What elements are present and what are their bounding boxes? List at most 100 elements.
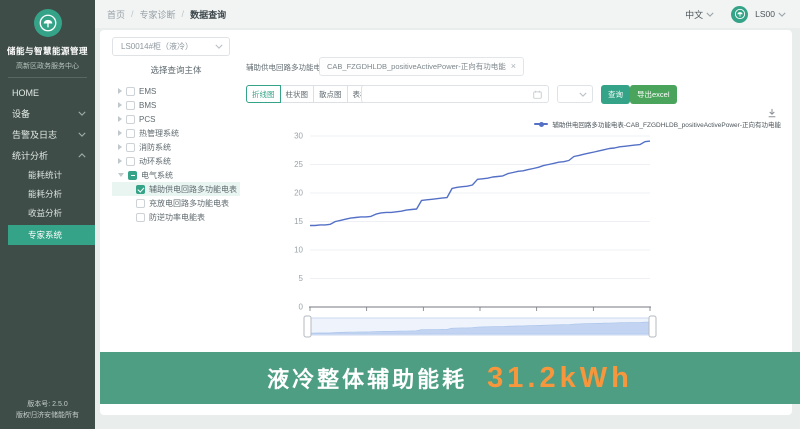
tree-item-label: 消防系统 — [139, 142, 171, 152]
tree-item-label: 动环系统 — [139, 156, 171, 166]
chevron-down-icon — [78, 132, 86, 137]
sidebar-item-device[interactable]: 设备 — [0, 103, 95, 124]
sidebar-item-label: 设备 — [12, 109, 31, 119]
tree-item-pcs[interactable]: PCS — [112, 112, 240, 126]
tree-item-label: 电气系统 — [141, 170, 173, 180]
username-label: LS00 — [755, 9, 775, 19]
breadcrumb-data-query: 数据查询 — [190, 9, 227, 20]
tree-child-anti-reverse-meter[interactable]: 防逆功率电能表 — [112, 210, 240, 224]
checkbox-unchecked[interactable] — [126, 114, 135, 124]
svg-text:15: 15 — [294, 217, 303, 226]
sidebar-subitem-energy-analysis[interactable]: 能耗分析 — [0, 185, 95, 204]
device-select[interactable]: LS0014#柜（液冷） — [112, 37, 230, 56]
tree-title: 选择查询主体 — [150, 65, 202, 75]
sidebar-subitem-energy-stats[interactable]: 能耗统计 — [0, 166, 95, 185]
tree-item-label: PCS — [139, 114, 156, 124]
selected-point-tag[interactable]: CAB_FZGDHLDB_positiveActivePower-正向有功电能 … — [319, 57, 525, 76]
breadcrumb-separator: / — [131, 9, 134, 19]
svg-text:5: 5 — [299, 274, 304, 283]
copyright-text: 版权归济安储能所有 — [16, 412, 79, 419]
tree-item-label: BMS — [139, 100, 157, 110]
svg-text:25: 25 — [294, 160, 303, 169]
sidebar-item-label: 统计分析 — [12, 151, 49, 161]
tree-item-thermal-system[interactable]: 热管理系统 — [112, 126, 240, 140]
language-selector[interactable]: 中文 — [685, 8, 714, 21]
sidebar-item-statistics[interactable]: 统计分析 — [0, 145, 95, 166]
checkbox-indeterminate[interactable] — [128, 170, 137, 180]
caret-right-icon — [118, 144, 122, 150]
caret-right-icon — [118, 130, 122, 136]
app-logo-icon — [33, 9, 62, 37]
umbrella-logo-icon — [734, 8, 745, 20]
caret-down-icon — [118, 173, 124, 177]
banner-label: 液冷整体辅助能耗 — [267, 367, 468, 392]
tree-item-label: EMS — [139, 86, 157, 96]
sidebar-subitem-expert-system[interactable]: 专家系统 — [8, 225, 95, 245]
breadcrumb-expert-diagnosis[interactable]: 专家诊断 — [140, 8, 176, 21]
date-range-input[interactable] — [361, 85, 549, 103]
umbrella-logo-icon — [39, 14, 56, 32]
version-text: 版本号: 2.5.0 — [27, 401, 68, 408]
sidebar-submenu: 能耗统计 能耗分析 收益分析 专家系统 — [0, 166, 95, 245]
language-label: 中文 — [685, 9, 704, 20]
tree-item-bms[interactable]: BMS — [112, 98, 240, 112]
tree-item-label: 防逆功率电能表 — [149, 212, 205, 222]
breadcrumb-separator: / — [181, 9, 185, 19]
selected-meter-label: 辅助供电回路多功能电表 — [246, 63, 329, 72]
export-excel-button[interactable]: 导出excel — [630, 85, 677, 104]
checkbox-unchecked[interactable] — [126, 156, 135, 166]
tab-scatter-chart[interactable]: 散点图 — [313, 85, 348, 103]
topbar: 首页 / 专家诊断 / 数据查询 中文 LS00 — [95, 0, 800, 28]
chevron-down-icon — [706, 12, 714, 17]
tree-child-aux-power-meter[interactable]: 辅助供电回路多功能电表 — [112, 182, 240, 196]
breadcrumb-home[interactable]: 首页 — [107, 8, 125, 21]
checkbox-unchecked[interactable] — [136, 212, 145, 222]
interval-select[interactable] — [557, 85, 593, 103]
banner-value: 31.2kWh — [487, 361, 633, 394]
breadcrumb: 首页 / 专家诊断 / 数据查询 — [107, 8, 226, 21]
caret-right-icon — [118, 158, 122, 164]
tree-item-ems[interactable]: EMS — [112, 84, 240, 98]
tree-item-electrical-system[interactable]: 电气系统 — [112, 168, 240, 182]
chart-canvas[interactable]: 0 5 10 15 20 25 30 — [240, 106, 785, 346]
tree-item-fire-system[interactable]: 消防系统 — [112, 140, 240, 154]
chart-type-tabs: 折线图 柱状图 散点图 表格 — [246, 85, 374, 103]
tab-line-chart[interactable]: 折线图 — [246, 85, 281, 103]
svg-text:20: 20 — [294, 189, 303, 198]
sidebar-item-label: HOME — [12, 87, 39, 98]
svg-text:30: 30 — [294, 132, 303, 141]
tab-bar-chart[interactable]: 柱状图 — [279, 85, 314, 103]
caret-right-icon — [118, 116, 122, 122]
sidebar-item-alarms-logs[interactable]: 告警及日志 — [0, 124, 95, 145]
checkbox-unchecked[interactable] — [126, 86, 135, 96]
sidebar-subitem-revenue-analysis[interactable]: 收益分析 — [0, 204, 95, 223]
chevron-up-icon — [78, 153, 86, 158]
chevron-down-icon — [778, 12, 786, 17]
device-select-value: LS0014#柜（液冷） — [121, 42, 194, 51]
checkbox-unchecked[interactable] — [126, 128, 135, 138]
checkbox-checked[interactable] — [136, 184, 145, 194]
tree-item-label: 热管理系统 — [139, 128, 179, 138]
tree-item-env-system[interactable]: 动环系统 — [112, 154, 240, 168]
chevron-down-icon — [215, 44, 223, 49]
caret-right-icon — [118, 102, 122, 108]
checkbox-unchecked[interactable] — [126, 100, 135, 110]
sidebar-divider — [8, 77, 87, 78]
tree-child-charge-discharge-meter[interactable]: 充放电回路多功能电表 — [112, 196, 240, 210]
app-subtitle: 高新区政务服务中心 — [16, 63, 79, 70]
chevron-down-icon — [579, 92, 587, 97]
tag-label: CAB_FZGDHLDB_positiveActivePower-正向有功电能 — [327, 62, 506, 71]
sidebar: 储能与智慧能源管理 高新区政务服务中心 HOME 设备 告警及日志 统计分析 能… — [0, 0, 95, 429]
energy-summary-banner: 液冷整体辅助能耗 31.2kWh — [100, 352, 800, 404]
sidebar-item-home[interactable]: HOME — [0, 82, 95, 103]
query-button[interactable]: 查询 — [601, 85, 630, 104]
user-menu[interactable]: LS00 — [755, 9, 786, 19]
tree-item-label: 辅助供电回路多功能电表 — [149, 184, 237, 194]
app-title: 储能与智慧能源管理 — [6, 46, 88, 56]
app-root: 储能与智慧能源管理 高新区政务服务中心 HOME 设备 告警及日志 统计分析 能… — [0, 0, 800, 429]
line-chart: 辅助供电回路多功能电表-CAB_FZGDHLDB_positiveActiveP… — [240, 106, 785, 346]
avatar[interactable] — [731, 5, 749, 23]
checkbox-unchecked[interactable] — [126, 142, 135, 152]
checkbox-unchecked[interactable] — [136, 198, 145, 208]
close-icon[interactable]: × — [511, 62, 516, 71]
